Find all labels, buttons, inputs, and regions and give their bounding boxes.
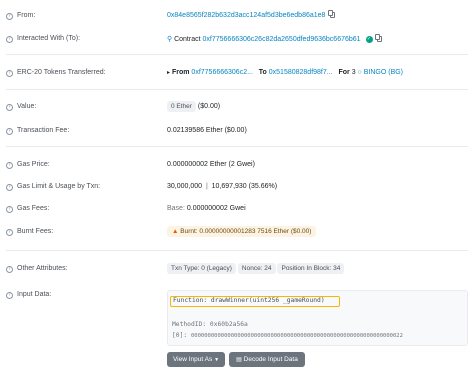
txn-type-badge: Txn Type: 0 (Legacy) xyxy=(167,263,236,274)
help-icon[interactable]: ? xyxy=(6,184,13,191)
gas-separator: | xyxy=(205,183,208,190)
position-badge: Position In Block: 34 xyxy=(277,263,345,274)
decode-input-button[interactable]: ▤ Decode Input Data xyxy=(229,352,305,367)
erc20-from-address[interactable]: 0xf7756666306c2... xyxy=(191,69,253,76)
from-address-link[interactable]: 0x84e8565f282b632d3acc124af5d3be6edb86a1… xyxy=(167,10,336,19)
gas-limit-value: 30,000,000 | 10,697,930 (35.66%) xyxy=(167,183,277,190)
erc20-transfer: ▸ From 0xf7756666306c2... To 0x51580828d… xyxy=(167,69,403,76)
contract-prefix: Contract xyxy=(174,36,201,43)
fire-icon: ▲ xyxy=(172,228,179,235)
caret-icon: ▸ xyxy=(167,70,171,76)
erc20-label: ERC-20 Tokens Transferred: xyxy=(17,69,106,76)
divider xyxy=(6,250,468,251)
burnt-badge: ▲ Burnt: 0.00000000001283 7516 Ether ($0… xyxy=(167,226,317,237)
other-values: Txn Type: 0 (Legacy) Nonce: 24 Position … xyxy=(167,263,345,274)
base-value: 0.000000002 Gwei xyxy=(186,205,246,212)
view-input-as-button[interactable]: View Input As ▼ xyxy=(167,352,225,367)
gas-usage: 10,697,930 (35.66%) xyxy=(211,183,278,190)
interacted-label: Interacted With (To): xyxy=(17,35,81,42)
decode-input-label: Decode Input Data xyxy=(243,356,298,363)
burnt-label: Burnt Fees: xyxy=(17,228,54,235)
view-input-label: View Input As xyxy=(172,356,213,363)
decode-icon: ▤ xyxy=(236,357,242,363)
function-signature: Function: drawWinner(uint256 _gameRound) xyxy=(170,296,340,307)
copy-icon[interactable] xyxy=(328,10,336,19)
param-index: [0]: xyxy=(172,332,188,339)
erc20-amount: 3 xyxy=(351,69,356,76)
fee-value: 0.02139586 Ether ($0.00) xyxy=(167,127,247,134)
help-icon[interactable]: ? xyxy=(6,292,13,299)
value-badge: 0 Ether xyxy=(167,101,196,112)
erc20-for-label: For xyxy=(338,69,350,76)
help-icon[interactable]: ? xyxy=(6,128,13,135)
gas-limit: 30,000,000 xyxy=(167,183,203,190)
method-id: MethodID: 0x60b2a56a xyxy=(172,321,248,328)
gas-fees-label: Gas Fees: xyxy=(17,205,50,212)
gas-price-value: 0.000000002 Ether (2 Gwei) xyxy=(167,161,255,168)
contract-address-link[interactable]: 0xf7756666306c26c82da2650dfed9636bc6676b… xyxy=(203,36,361,43)
burnt-value: ▲ Burnt: 0.00000000001283 7516 Ether ($0… xyxy=(167,226,317,237)
gas-limit-label: Gas Limit & Usage by Txn: xyxy=(17,183,101,190)
divider xyxy=(6,89,468,90)
help-icon[interactable]: ? xyxy=(6,266,13,273)
nonce-badge: Nonce: 24 xyxy=(237,263,276,274)
divider xyxy=(6,146,468,147)
other-label: Other Attributes: xyxy=(17,265,68,272)
help-icon[interactable]: ? xyxy=(6,13,13,20)
erc20-to-label: To xyxy=(258,69,267,76)
help-icon[interactable]: ? xyxy=(6,36,13,43)
param-value: 0000000000000000000000000000000000000000… xyxy=(190,333,403,339)
interacted-value: ⚲ Contract 0xf7756666306c26c82da2650dfed… xyxy=(167,34,383,43)
help-icon[interactable]: ? xyxy=(6,206,13,213)
token-icon: ○ xyxy=(357,69,362,76)
copy-icon[interactable] xyxy=(375,34,383,43)
burnt-text: Burnt: 0.00000000001283 7516 Ether ($0.0… xyxy=(180,228,312,235)
gas-fees-value: Base: 0.000000002 Gwei xyxy=(167,205,246,212)
value-value: 0 Ether ($0.00) xyxy=(167,101,220,112)
value-label: Value: xyxy=(17,103,37,110)
chevron-down-icon: ▼ xyxy=(214,357,220,363)
erc20-token[interactable]: BINGO (BG) xyxy=(364,69,403,76)
help-icon[interactable]: ? xyxy=(6,162,13,169)
gas-price-label: Gas Price: xyxy=(17,161,50,168)
divider xyxy=(6,54,468,55)
help-icon[interactable]: ? xyxy=(6,104,13,111)
check-icon: ✓ xyxy=(365,35,373,43)
help-icon[interactable]: ? xyxy=(6,70,13,77)
base-label: Base: xyxy=(167,205,185,212)
erc20-to-address[interactable]: 0x51580828df98f7... xyxy=(269,69,333,76)
from-address[interactable]: 0x84e8565f282b632d3acc124af5d3be6edb86a1… xyxy=(167,12,325,19)
help-icon[interactable]: ? xyxy=(6,229,13,236)
erc20-from-label: From xyxy=(171,69,190,76)
input-label: Input Data: xyxy=(17,291,52,298)
fee-label: Transaction Fee: xyxy=(17,127,70,134)
from-label: From: xyxy=(17,12,36,19)
contract-icon: ⚲ xyxy=(167,36,173,43)
value-usd: ($0.00) xyxy=(197,103,221,110)
param-line: [0]: 00000000000000000000000000000000000… xyxy=(172,332,403,339)
